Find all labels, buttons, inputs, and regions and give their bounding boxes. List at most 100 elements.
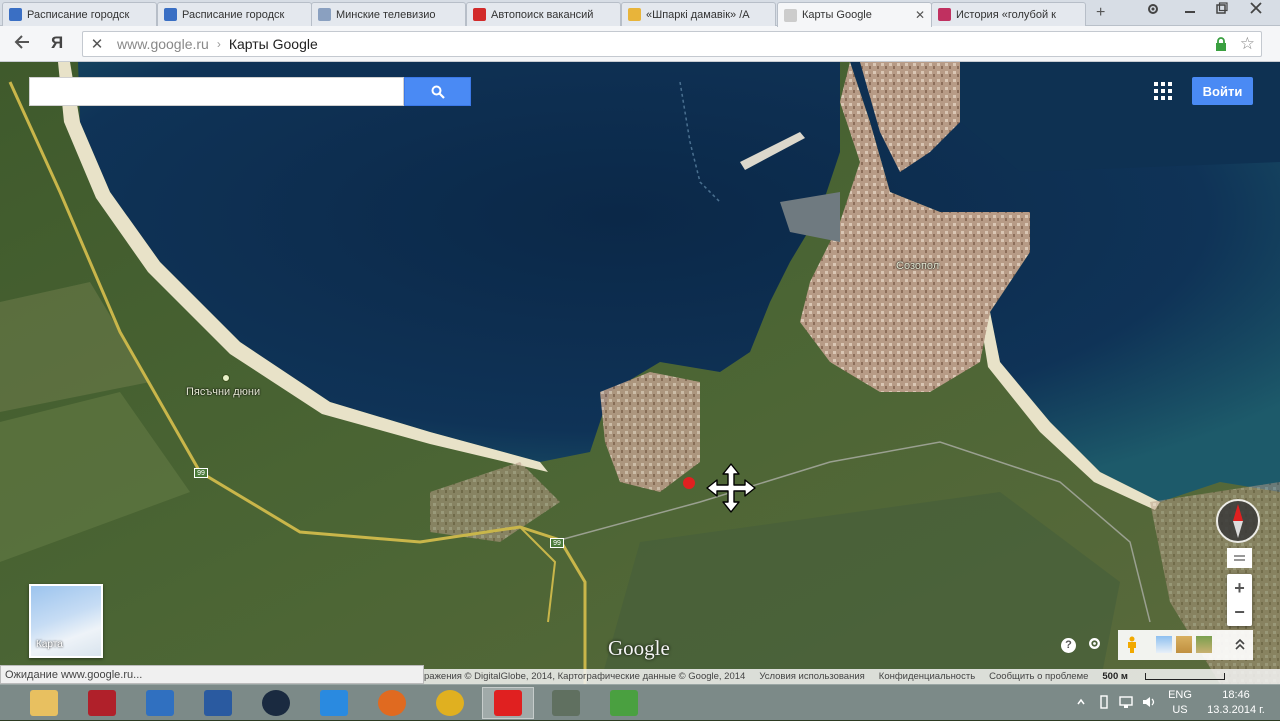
address-page-title: Карты Google <box>228 36 318 52</box>
compass-icon[interactable] <box>1215 498 1261 544</box>
tab-favicon-icon <box>473 8 486 21</box>
back-arrow-icon[interactable] <box>13 33 31 56</box>
apps-grid-icon[interactable] <box>1154 82 1172 100</box>
taskbar-app[interactable] <box>366 687 418 719</box>
globe-app-icon <box>262 690 290 716</box>
taskbar-app[interactable] <box>250 687 302 719</box>
report-link[interactable]: Сообщить о проблеме <box>989 671 1088 682</box>
tab-favicon-icon <box>318 8 331 21</box>
lock-icon[interactable] <box>1215 37 1227 51</box>
scale-bar <box>1144 673 1225 680</box>
clock[interactable]: 18:46 13.3.2014 г. <box>1196 685 1276 721</box>
place-label-town[interactable]: Созопол <box>896 260 939 272</box>
browser-tab[interactable]: Минские телевизио <box>311 2 466 26</box>
lang-top: ENG <box>1168 689 1192 701</box>
copyright-bar: ражения © DigitalGlobe, 2014, Картографи… <box>424 669 1280 684</box>
ie-icon <box>320 690 348 716</box>
taskbar-app[interactable] <box>424 687 476 719</box>
taskbar-app[interactable] <box>308 687 360 719</box>
zoom-out-button[interactable]: − <box>1227 600 1252 624</box>
gear-icon[interactable] <box>1087 636 1102 651</box>
tab-title: Расписание городск <box>182 8 285 21</box>
yandex-logo-icon[interactable]: Я <box>51 33 63 53</box>
search-input[interactable] <box>29 77 404 106</box>
tab-close-icon[interactable]: ✕ <box>915 8 925 22</box>
scale-label: 500 м <box>1102 671 1128 682</box>
language-indicator[interactable]: ENG US <box>1164 685 1196 721</box>
map-view-toggle[interactable]: Карта <box>29 584 103 658</box>
tab-favicon-icon <box>938 8 951 21</box>
taskbar-app[interactable] <box>482 687 534 719</box>
photo-thumb-icon[interactable] <box>1176 636 1192 653</box>
chrome-icon <box>436 690 464 716</box>
bookmark-star-icon[interactable]: ☆ <box>1240 34 1255 54</box>
map-type-icon[interactable] <box>1227 548 1252 568</box>
clock-date: 13.3.2014 г. <box>1207 704 1265 716</box>
address-separator: › <box>216 37 221 51</box>
photo-thumb-icon[interactable] <box>1196 636 1212 653</box>
map-bottom-controls <box>1118 630 1253 660</box>
tab-title: История «голубой к <box>956 8 1056 21</box>
network-icon[interactable] <box>1118 695 1134 709</box>
clock-time: 18:46 <box>1222 689 1250 701</box>
tab-title: Минские телевизио <box>336 8 436 21</box>
poi-marker-icon[interactable] <box>221 373 231 383</box>
folder-icon <box>30 690 58 716</box>
close-window-icon[interactable] <box>1250 2 1262 17</box>
taskbar-app[interactable] <box>540 687 592 719</box>
stop-loading-icon[interactable]: ✕ <box>83 35 111 53</box>
taskbar-app[interactable] <box>18 687 70 719</box>
sign-in-button[interactable]: Войти <box>1192 77 1253 105</box>
taskbar-app[interactable] <box>76 687 128 719</box>
help-icon[interactable]: ? <box>1061 638 1076 653</box>
satellite-imagery <box>0 62 1280 684</box>
address-host: www.google.ru <box>117 36 209 52</box>
terms-link[interactable]: Условия использования <box>759 671 864 682</box>
zoom-controls: + − <box>1227 574 1252 626</box>
photo-thumb-icon[interactable] <box>1156 636 1172 653</box>
tab-favicon-icon <box>164 8 177 21</box>
monitor-app-icon <box>146 690 174 716</box>
road-shield: 99 <box>550 538 564 548</box>
browser-tab[interactable]: Расписание городск <box>2 2 157 26</box>
copyright-text: ражения © DigitalGlobe, 2014, Картографи… <box>424 671 746 682</box>
network-app-icon <box>204 690 232 716</box>
tab-strip: Расписание городск Расписание городск Минс… <box>0 0 1280 27</box>
yandex-browser-icon <box>494 690 522 716</box>
pdf-reader-icon <box>88 690 116 716</box>
tab-favicon-icon <box>784 8 797 22</box>
taskbar-app[interactable] <box>134 687 186 719</box>
tab-title: Расписание городск <box>27 8 130 21</box>
move-cursor-icon <box>706 463 756 513</box>
chevron-up-icon[interactable] <box>1234 636 1246 653</box>
taskbar-app[interactable] <box>192 687 244 719</box>
location-pin[interactable] <box>683 477 695 489</box>
zoom-in-button[interactable]: + <box>1227 576 1252 600</box>
privacy-link[interactable]: Конфиденциальность <box>879 671 975 682</box>
restore-icon[interactable] <box>1216 2 1228 17</box>
volume-icon[interactable] <box>1141 695 1157 709</box>
address-bar[interactable]: ✕ www.google.ru › Карты Google ☆ <box>82 31 1262 57</box>
google-logo: Google <box>608 636 670 660</box>
browser-tab[interactable]: Карты Google ✕ <box>777 2 932 27</box>
taskbar-app[interactable] <box>598 687 650 719</box>
place-label-dunes[interactable]: Пясъчни дюни <box>186 386 260 398</box>
map-canvas[interactable]: Войти Созопол Пясъчни дюни 99 99 + − Кар… <box>0 62 1280 684</box>
tray-expand-icon[interactable] <box>1076 697 1086 707</box>
road-shield: 99 <box>194 468 208 478</box>
browser-tab[interactable]: «Шпаркі дамавік» /А <box>621 2 776 26</box>
browser-toolbar: Я ✕ www.google.ru › Карты Google ☆ <box>0 26 1280 62</box>
pegman-icon[interactable] <box>1126 636 1138 653</box>
minimap-label: Карта <box>36 639 63 650</box>
browser-tab[interactable]: Автопоиск вакансий <box>466 2 621 26</box>
status-bar: Ожидание www.google.ru... <box>0 665 424 684</box>
new-tab-button[interactable]: + <box>1096 4 1105 22</box>
search-button[interactable] <box>404 77 471 106</box>
menu-gear-icon[interactable] <box>1146 2 1160 19</box>
windows-taskbar: ENG US 18:46 13.3.2014 г. <box>0 684 1280 720</box>
tab-title: Автопоиск вакансий <box>491 8 594 21</box>
minimize-icon[interactable] <box>1184 2 1196 17</box>
browser-tab[interactable]: Расписание городск <box>157 2 312 26</box>
browser-tab[interactable]: История «голубой к <box>931 2 1086 26</box>
tray-device-icon[interactable] <box>1098 695 1110 709</box>
